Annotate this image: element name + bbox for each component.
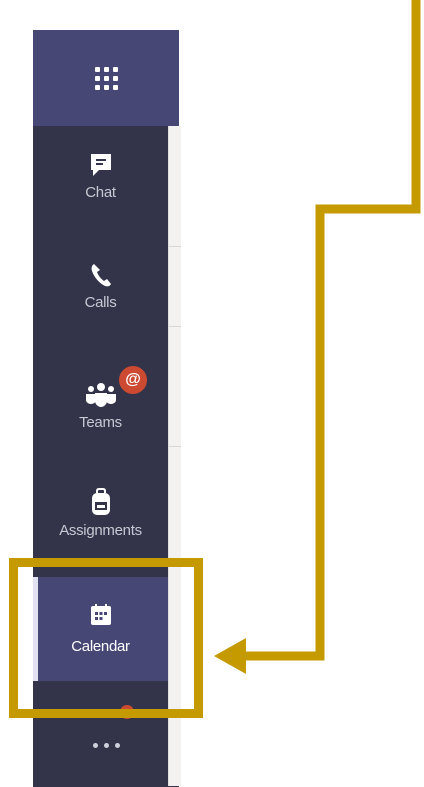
more-icon: [92, 742, 98, 748]
nav-item-assignments[interactable]: Assignments: [33, 488, 168, 568]
more-apps-button[interactable]: [33, 725, 179, 765]
backpack-icon: [90, 488, 112, 516]
nav-item-chat[interactable]: Chat: [33, 152, 168, 232]
highlight-box: [9, 558, 203, 718]
app-launcher-button[interactable]: [33, 30, 179, 126]
nav-item-calls[interactable]: Calls: [33, 262, 168, 342]
chat-icon: [89, 152, 113, 178]
phone-icon: [90, 262, 112, 288]
mention-badge: @: [117, 364, 149, 396]
waffle-icon: [94, 66, 118, 90]
nav-item-label: Assignments: [59, 522, 142, 539]
teams-icon: [83, 380, 119, 408]
nav-item-label: Calls: [84, 294, 117, 311]
nav-item-label: Teams: [79, 414, 122, 431]
nav-item-label: Chat: [85, 184, 116, 201]
nav-item-teams[interactable]: Teams: [33, 380, 168, 460]
